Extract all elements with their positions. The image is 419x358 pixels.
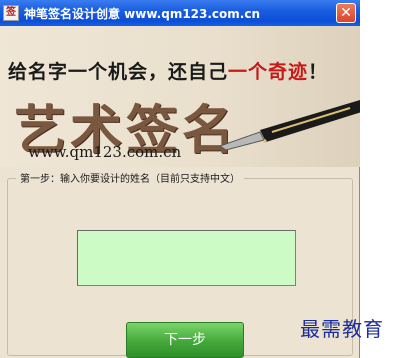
tagline-suffix: ！: [308, 61, 329, 83]
app-icon: 签: [3, 5, 19, 21]
banner-tagline: 给名字一个机会，还自己一个奇迹！: [8, 57, 328, 84]
step-legend: 第一步：输入你要设计的姓名（目前只支持中文）: [16, 170, 244, 185]
title-bar[interactable]: 签 神笔签名设计创意 www.qm123.com.cn ✕: [0, 0, 360, 26]
next-step-button[interactable]: 下一步: [126, 322, 244, 358]
app-window: 签 神笔签名设计创意 www.qm123.com.cn ✕ 给名字一个机会，还自…: [0, 0, 360, 358]
banner: 给名字一个机会，还自己一个奇迹！ 艺术签名 www.qm123.com.cn: [0, 26, 360, 167]
tagline-text: 给名字一个机会，还自己: [8, 61, 229, 83]
tagline-accent: 一个奇迹: [228, 61, 309, 83]
name-input[interactable]: [77, 230, 296, 286]
close-button[interactable]: ✕: [336, 3, 356, 23]
fountain-pen-icon: [220, 100, 360, 151]
window-title: 神笔签名设计创意 www.qm123.com.cn: [24, 7, 261, 21]
banner-url: www.qm123.com.cn: [28, 143, 182, 161]
watermark-text: 最需教育: [300, 317, 384, 341]
